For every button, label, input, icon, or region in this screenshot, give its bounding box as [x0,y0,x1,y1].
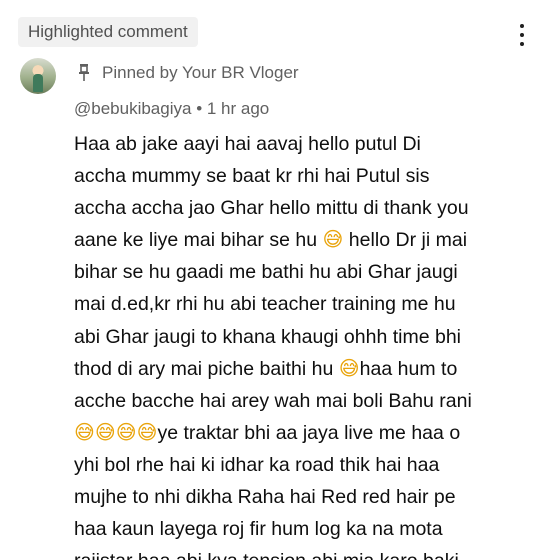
comment-line: accha mummy se baat kr rhi hai Putul sis [74,165,430,188]
highlighted-comment-badge: Highlighted comment [18,17,198,47]
comment-line: abi Ghar jaugi to khana khaugi ohhh time… [74,325,462,348]
avatar[interactable] [20,58,56,94]
comment-line: haa kaun layega roj fir hum log ka na mo… [74,518,443,541]
author-handle[interactable]: @bebukibagiya [74,99,191,118]
comment-line: thod di ary mai piche baithi hu 😅haa hum… [74,355,458,380]
comment-line: aane ke liye mai bihar se hu 😅 hello Dr … [74,227,468,252]
sweat-smile-emoji: 😅 [338,355,360,380]
sweat-smile-emoji: 😅 [322,227,344,252]
sweat-smile-emoji: 😅 [94,419,116,444]
comment-line: rajistar haa abi kya tension abi mja kar… [74,545,544,560]
sweat-smile-emoji: 😅 [74,419,95,444]
comment-body: Haa ab jake aayi hai aavaj hello putul D… [74,128,544,560]
kebab-dot [520,42,524,46]
comment-line: acche bacche hai arey wah mai boli Bahu … [74,389,472,412]
sweat-smile-emoji: 😅 [136,419,158,444]
pinned-by-label: Pinned by Your BR Vloger [102,63,299,82]
comment-line: bihar se hu gaadi me bathi hu abi Ghar j… [74,261,458,284]
meta-separator: • [196,99,203,118]
comment-line: accha accha jao Ghar hello mittu di than… [74,197,469,220]
comment-line: 😅😅😅😅ye traktar bhi aa jaya live me haa o [74,419,461,444]
kebab-dot [520,24,524,28]
more-options-icon[interactable] [512,24,532,50]
avatar-figure [33,74,43,92]
comment-line: Haa ab jake aayi hai aavaj hello putul D… [74,133,421,155]
comment-meta: @bebukibagiya • 1 hr ago [74,99,269,119]
kebab-dot [520,33,524,37]
comment-line: mujhe to nhi dikha Raha hai Red red hair… [74,486,456,509]
pinned-indicator: Pinned by Your BR Vloger [78,61,299,85]
comment-line: mai d.ed,kr rhi hu abi teacher training … [74,293,456,316]
pin-icon [79,64,89,81]
sweat-smile-emoji: 😅 [115,419,137,444]
comment-line: yhi bol rhe hai ki idhar ka road thik ha… [74,453,440,476]
comment-timestamp[interactable]: 1 hr ago [207,99,269,118]
highlighted-comment-panel: Highlighted comment Pinned by Your BR Vl… [0,0,560,560]
